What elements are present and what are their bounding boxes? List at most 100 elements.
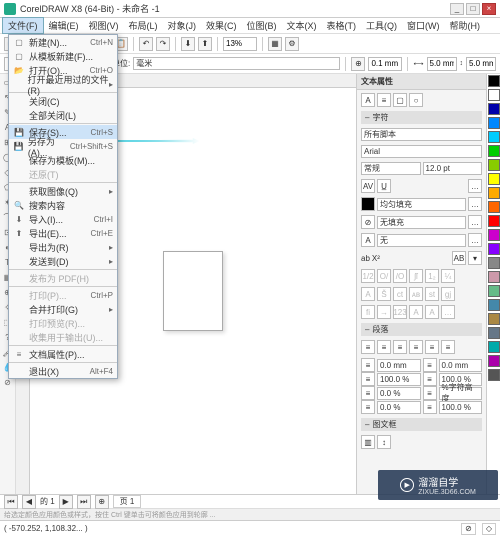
color-swatch[interactable] — [488, 271, 500, 283]
align-center-icon[interactable]: ≡ — [377, 340, 391, 354]
fill-type-select[interactable]: 均匀填充 — [377, 198, 466, 211]
menu-entry[interactable]: ≡文档属性(P)... — [9, 347, 117, 361]
outline-type-select[interactable]: 无填充 — [377, 216, 466, 229]
para-metric-input[interactable]: 0.0 % — [377, 401, 421, 414]
menu-entry[interactable]: 🔍搜索内容 — [9, 198, 117, 212]
color-swatch[interactable] — [488, 159, 500, 171]
export-icon[interactable]: ⬆ — [198, 37, 212, 51]
char-tab-icon[interactable]: A — [361, 93, 375, 107]
menu-entry[interactable]: 关闭(C) — [9, 94, 117, 108]
color-swatch[interactable] — [488, 75, 500, 87]
opentype-feature[interactable]: /O — [393, 269, 407, 283]
page-tab[interactable]: 页 1 — [113, 495, 142, 508]
color-swatch[interactable] — [488, 369, 500, 381]
panel-options-icon[interactable]: ○ — [409, 93, 423, 107]
redo-icon[interactable]: ↷ — [156, 37, 170, 51]
section-frame[interactable]: 图文框 — [361, 418, 482, 431]
snap-icon[interactable]: ▦ — [268, 37, 282, 51]
fill-indicator[interactable]: ⊘ — [461, 523, 476, 535]
opentype-feature[interactable]: 1/2 — [361, 269, 375, 283]
color-swatch[interactable] — [488, 187, 500, 199]
opentype-feature[interactable]: … — [441, 305, 455, 319]
menu-entry[interactable]: ⬆导出(E)...Ctrl+E — [9, 226, 117, 240]
fill-more-icon[interactable]: … — [468, 197, 482, 211]
color-swatch[interactable] — [488, 131, 500, 143]
color-swatch[interactable] — [488, 341, 500, 353]
prev-page-icon[interactable]: ◀ — [22, 495, 36, 509]
bg-swatch[interactable]: A — [361, 233, 375, 247]
outline-swatch[interactable]: ⊘ — [361, 215, 375, 229]
align-none-icon[interactable]: ≡ — [441, 340, 455, 354]
color-swatch[interactable] — [488, 327, 500, 339]
menu-item[interactable]: 对象(J) — [163, 18, 202, 33]
align-full-icon[interactable]: ≡ — [409, 340, 423, 354]
color-swatch[interactable] — [488, 243, 500, 255]
case-more-icon[interactable]: ▾ — [468, 251, 482, 265]
menu-item[interactable]: 窗口(W) — [402, 18, 445, 33]
color-swatch[interactable] — [488, 285, 500, 297]
opentype-feature[interactable]: → — [377, 305, 391, 319]
para-metric-input[interactable]: 0.0 % — [377, 387, 421, 400]
color-swatch[interactable] — [488, 257, 500, 269]
menu-entry[interactable]: 导出为(R)▸ — [9, 240, 117, 254]
menu-entry[interactable]: 保存为模板(M)... — [9, 153, 117, 167]
opentype-feature[interactable]: ʃſ — [409, 269, 423, 283]
color-swatch[interactable] — [488, 117, 500, 129]
menu-entry[interactable]: 发送到(D)▸ — [9, 254, 117, 268]
color-swatch[interactable] — [488, 215, 500, 227]
opentype-feature[interactable]: A — [425, 305, 439, 319]
outline-indicator[interactable]: ◇ — [482, 523, 496, 535]
nudge-input[interactable] — [368, 57, 402, 71]
color-swatch[interactable] — [488, 201, 500, 213]
para-metric-input[interactable]: %字符高度 — [439, 387, 483, 400]
menu-item[interactable]: 帮助(H) — [445, 18, 486, 33]
script-select[interactable]: 所有脚本 — [361, 128, 482, 141]
align-left-icon[interactable]: ≡ — [361, 340, 375, 354]
maximize-button[interactable]: □ — [466, 3, 480, 15]
opentype-feature[interactable]: O/ — [377, 269, 391, 283]
font-select[interactable]: Arial — [361, 145, 482, 158]
import-icon[interactable]: ⬇ — [181, 37, 195, 51]
opentype-feature[interactable]: A — [361, 287, 375, 301]
super-icon[interactable]: X² — [372, 254, 380, 263]
menu-item[interactable]: 效果(C) — [201, 18, 242, 33]
menu-item[interactable]: 文件(F) — [2, 17, 44, 34]
para-metric-input[interactable]: 100.0 % — [377, 373, 421, 386]
more-icon[interactable]: … — [468, 179, 482, 193]
frame-dir-icon[interactable]: ↕ — [377, 435, 391, 449]
opentype-feature[interactable]: Š — [377, 287, 391, 301]
menu-entry[interactable]: 退出(X)Alt+F4 — [9, 364, 117, 378]
menu-item[interactable]: 位图(B) — [242, 18, 282, 33]
size-select[interactable]: 12.0 pt — [423, 162, 483, 175]
opentype-feature[interactable]: ᴀʙ — [409, 287, 423, 301]
color-swatch[interactable] — [488, 299, 500, 311]
align-force-icon[interactable]: ≡ — [425, 340, 439, 354]
para-metric-input[interactable]: 100.0 % — [439, 401, 483, 414]
menu-entry[interactable]: ⬇导入(I)...Ctrl+I — [9, 212, 117, 226]
menu-entry[interactable]: ▢新建(N)...Ctrl+N — [9, 35, 117, 49]
align-right-icon[interactable]: ≡ — [393, 340, 407, 354]
caps-icon[interactable]: AB — [452, 251, 466, 265]
menu-item[interactable]: 编辑(E) — [44, 18, 84, 33]
menu-entry[interactable]: 💾另存为(A)...Ctrl+Shift+S — [9, 139, 117, 153]
menu-entry[interactable]: 获取图像(Q)▸ — [9, 184, 117, 198]
next-page-icon[interactable]: ▶ — [59, 495, 73, 509]
color-swatch[interactable] — [488, 173, 500, 185]
unit-select[interactable]: 毫米 — [133, 57, 340, 70]
para-tab-icon[interactable]: ≡ — [377, 93, 391, 107]
minimize-button[interactable]: _ — [450, 3, 464, 15]
fill-swatch[interactable] — [361, 197, 375, 211]
first-page-icon[interactable]: ⏮ — [4, 495, 18, 509]
menu-entry[interactable]: 打开最近用过的文件(R)▸ — [9, 77, 117, 91]
menu-entry[interactable]: ▢从模板新建(F)... — [9, 49, 117, 63]
opentype-feature[interactable]: 1₂ — [425, 269, 439, 283]
weight-select[interactable]: 常规 — [361, 162, 421, 175]
opentype-feature[interactable]: 123 — [393, 305, 407, 319]
columns-icon[interactable]: ▥ — [361, 435, 375, 449]
last-page-icon[interactable]: ⏭ — [77, 495, 91, 509]
para-metric-input[interactable]: 0.0 mm — [439, 359, 483, 372]
color-swatch[interactable] — [488, 313, 500, 325]
menu-item[interactable]: 布局(L) — [124, 18, 163, 33]
opentype-feature[interactable]: ct — [393, 287, 407, 301]
menu-entry[interactable]: 合并打印(G)▸ — [9, 302, 117, 316]
